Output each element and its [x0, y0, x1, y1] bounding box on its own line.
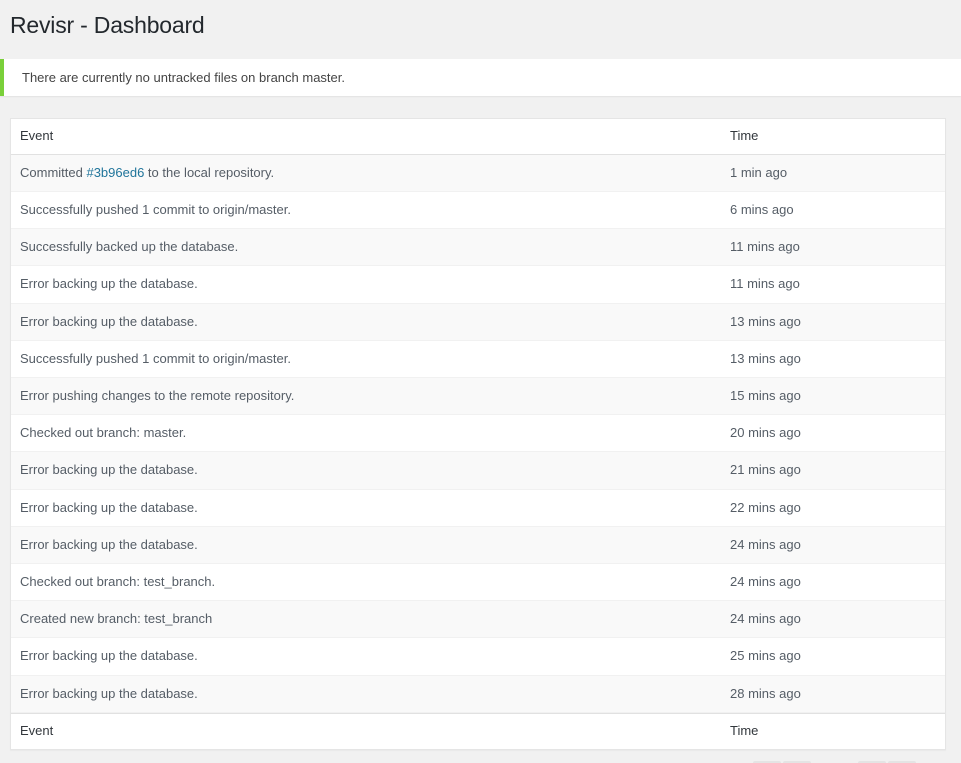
cell-time: 13 mins ago	[721, 341, 945, 378]
cell-time: 24 mins ago	[721, 527, 945, 564]
cell-event: Error pushing changes to the remote repo…	[11, 378, 721, 415]
cell-event: Error backing up the database.	[11, 452, 721, 489]
cell-time: 21 mins ago	[721, 452, 945, 489]
event-text-suffix: to the local repository.	[144, 165, 274, 180]
cell-time: 25 mins ago	[721, 638, 945, 675]
notice-message: There are currently no untracked files o…	[16, 68, 345, 88]
table-footer-row: Event Time	[11, 713, 945, 749]
cell-time: 11 mins ago	[721, 229, 945, 266]
status-notice: There are currently no untracked files o…	[0, 59, 961, 96]
cell-event: Error backing up the database.	[11, 266, 721, 303]
cell-time: 24 mins ago	[721, 601, 945, 638]
cell-time: 20 mins ago	[721, 415, 945, 452]
table-row: Error backing up the database.25 mins ag…	[11, 638, 945, 675]
cell-event: Error backing up the database.	[11, 490, 721, 527]
table-header-row: Event Time	[11, 119, 945, 155]
admin-page: Revisr - Dashboard There are currently n…	[0, 0, 961, 763]
cell-time: 24 mins ago	[721, 564, 945, 601]
table-row: Error backing up the database.11 mins ag…	[11, 266, 945, 303]
table-row: Successfully pushed 1 commit to origin/m…	[11, 192, 945, 229]
table-row: Committed #3b96ed6 to the local reposito…	[11, 155, 945, 192]
column-header-time[interactable]: Time	[721, 119, 945, 155]
cell-event: Error backing up the database.	[11, 304, 721, 341]
column-footer-time[interactable]: Time	[721, 713, 945, 749]
cell-event: Committed #3b96ed6 to the local reposito…	[11, 155, 721, 192]
table-navigation: 17 items « ‹ 1 of 2 › »	[0, 750, 934, 763]
events-table: Event Time Committed #3b96ed6 to the loc…	[10, 118, 946, 750]
cell-event: Checked out branch: master.	[11, 415, 721, 452]
cell-event: Successfully pushed 1 commit to origin/m…	[11, 192, 721, 229]
table-row: Successfully backed up the database.11 m…	[11, 229, 945, 266]
table-row: Error backing up the database.13 mins ag…	[11, 304, 945, 341]
cell-time: 1 min ago	[721, 155, 945, 192]
cell-time: 6 mins ago	[721, 192, 945, 229]
table-row: Error backing up the database.24 mins ag…	[11, 527, 945, 564]
table-row: Checked out branch: master.20 mins ago	[11, 415, 945, 452]
table-body: Committed #3b96ed6 to the local reposito…	[11, 155, 945, 713]
cell-time: 28 mins ago	[721, 676, 945, 713]
table-row: Successfully pushed 1 commit to origin/m…	[11, 341, 945, 378]
cell-event: Error backing up the database.	[11, 527, 721, 564]
cell-time: 11 mins ago	[721, 266, 945, 303]
table-row: Checked out branch: test_branch.24 mins …	[11, 564, 945, 601]
table-row: Error backing up the database.28 mins ag…	[11, 676, 945, 713]
events-table-container: Event Time Committed #3b96ed6 to the loc…	[0, 96, 961, 750]
cell-time: 22 mins ago	[721, 490, 945, 527]
column-header-event[interactable]: Event	[11, 119, 721, 155]
table-row: Error backing up the database.22 mins ag…	[11, 490, 945, 527]
table-row: Error backing up the database.21 mins ag…	[11, 452, 945, 489]
cell-event: Error backing up the database.	[11, 638, 721, 675]
table-row: Created new branch: test_branch24 mins a…	[11, 601, 945, 638]
column-footer-event[interactable]: Event	[11, 713, 721, 749]
cell-time: 13 mins ago	[721, 304, 945, 341]
table-foot: Event Time	[11, 713, 945, 749]
cell-event: Successfully pushed 1 commit to origin/m…	[11, 341, 721, 378]
table-row: Error pushing changes to the remote repo…	[11, 378, 945, 415]
cell-event: Checked out branch: test_branch.	[11, 564, 721, 601]
commit-hash-link[interactable]: #3b96ed6	[86, 165, 144, 180]
cell-event: Error backing up the database.	[11, 676, 721, 713]
event-text-prefix: Committed	[20, 165, 86, 180]
page-title: Revisr - Dashboard	[0, 0, 961, 50]
cell-event: Created new branch: test_branch	[11, 601, 721, 638]
table-head: Event Time	[11, 119, 945, 155]
cell-event: Successfully backed up the database.	[11, 229, 721, 266]
cell-time: 15 mins ago	[721, 378, 945, 415]
